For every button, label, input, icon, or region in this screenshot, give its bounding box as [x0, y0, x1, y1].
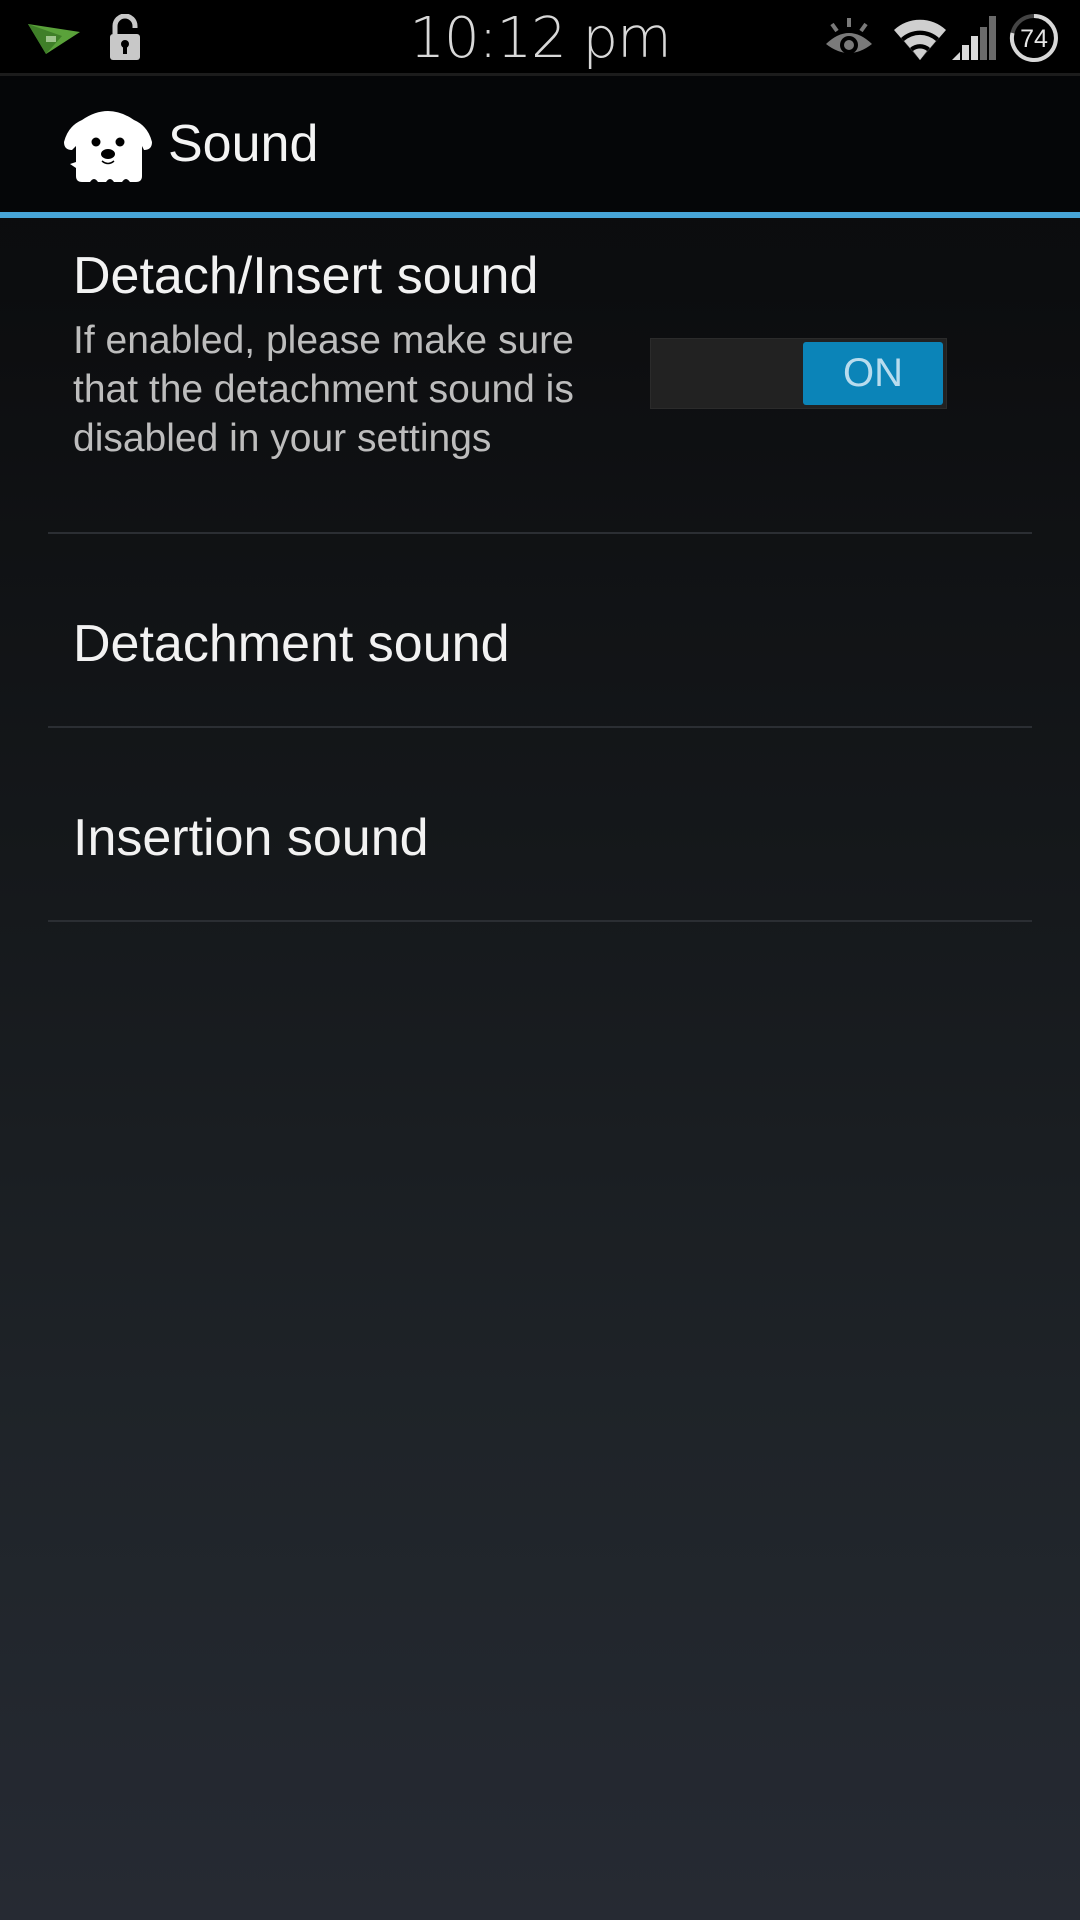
cell-signal-icon — [952, 16, 996, 60]
pref-title: Insertion sound — [73, 809, 429, 867]
toggle-label: ON — [843, 351, 903, 395]
pref-insertion-sound[interactable]: Insertion sound — [0, 728, 1080, 922]
pref-title: Detachment sound — [73, 615, 510, 673]
status-bar: 10:12 pm 74 — [0, 0, 1080, 76]
action-bar: Sound — [0, 76, 1080, 213]
pref-detach-insert-sound[interactable]: Detach/Insert sound If enabled, please m… — [0, 218, 1080, 534]
pref-summary: If enabled, please make sure that the de… — [73, 319, 574, 460]
preference-list: Detach/Insert sound If enabled, please m… — [0, 218, 1080, 922]
battery-percent: 74 — [1020, 25, 1048, 53]
wifi-icon — [894, 19, 946, 60]
detach-insert-sound-toggle[interactable]: ON — [650, 338, 947, 409]
toggle-thumb-on[interactable]: ON — [803, 342, 943, 405]
pref-detachment-sound[interactable]: Detachment sound — [0, 534, 1080, 728]
battery-circle-icon: 74 — [1009, 14, 1058, 62]
list-divider — [48, 920, 1032, 922]
eye-icon — [826, 18, 872, 54]
pref-title: Detach/Insert sound — [73, 247, 539, 305]
page-title: Sound — [168, 115, 319, 173]
dog-app-icon[interactable] — [62, 106, 154, 188]
